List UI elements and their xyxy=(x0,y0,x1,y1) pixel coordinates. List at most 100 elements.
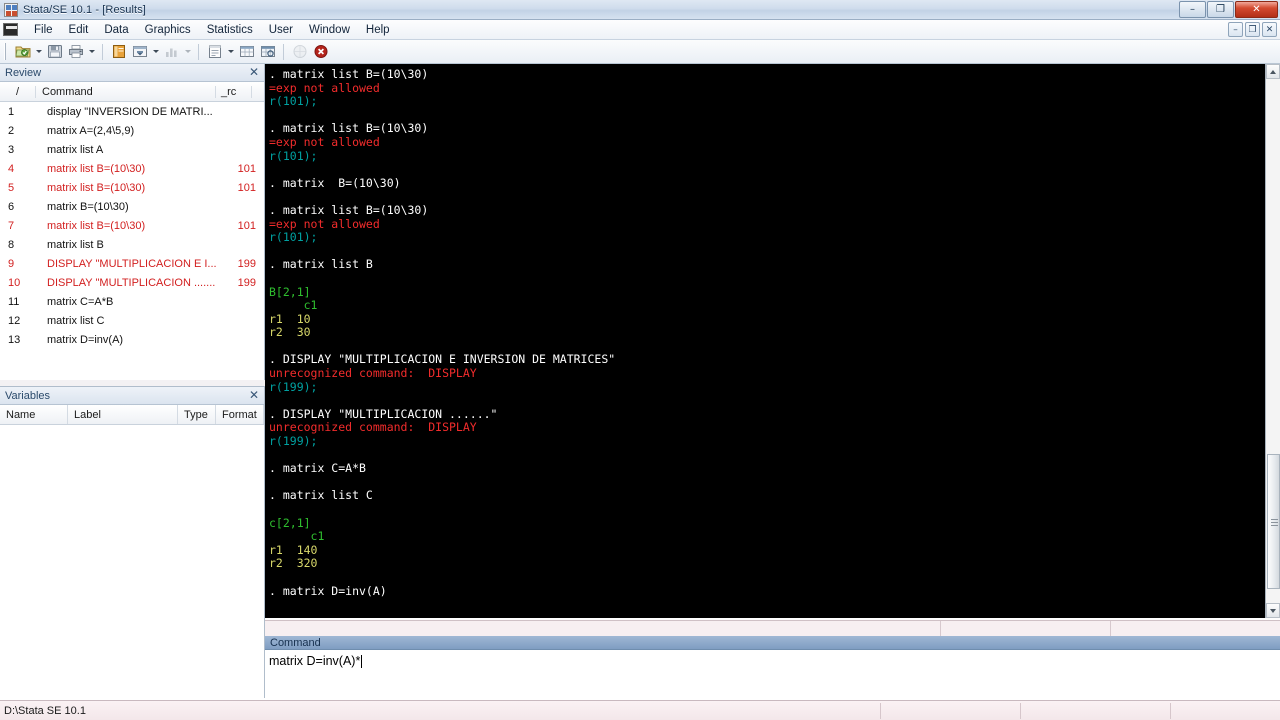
menu-item-graphics[interactable]: Graphics xyxy=(137,22,199,38)
mdi-document-icon[interactable] xyxy=(3,23,18,36)
menu-item-statistics[interactable]: Statistics xyxy=(199,22,261,38)
review-close-icon[interactable]: ✕ xyxy=(249,66,259,78)
toolbar-separator xyxy=(102,43,103,60)
data-browser-icon xyxy=(260,46,275,57)
menu-item-window[interactable]: Window xyxy=(301,22,358,38)
menu-item-edit[interactable]: Edit xyxy=(61,22,97,38)
variables-header-type[interactable]: Type xyxy=(178,405,216,424)
console-line: . matrix list B=(10\30) xyxy=(269,67,429,81)
more-button xyxy=(289,42,310,62)
status-bar-divider xyxy=(1020,703,1021,719)
scrollbar-thumb[interactable] xyxy=(1267,454,1280,589)
menu-item-data[interactable]: Data xyxy=(96,22,136,38)
viewer-button[interactable] xyxy=(129,42,150,62)
console-line: . matrix D=inv(A) xyxy=(269,583,387,598)
console-line: . matrix list B=(10\30) xyxy=(269,121,429,136)
scroll-down-button[interactable] xyxy=(1266,603,1280,618)
mdi-close-button[interactable]: ✕ xyxy=(1262,22,1277,37)
review-row-index: 6 xyxy=(8,200,15,213)
mdi-window-controls: – ❐ ✕ xyxy=(1228,22,1277,37)
printer-icon xyxy=(68,45,83,58)
variables-header-format[interactable]: Format xyxy=(216,405,264,424)
review-panel: Review ✕ / Command _rc 1 display "INVERSI… xyxy=(0,64,265,380)
menu-item-user[interactable]: User xyxy=(261,22,301,38)
variables-header-name[interactable]: Name xyxy=(0,405,68,424)
review-row[interactable]: 3 matrix list A xyxy=(0,140,264,159)
scrollbar-track[interactable] xyxy=(1266,79,1280,603)
print-button[interactable] xyxy=(65,42,86,62)
review-row-command: matrix list B xyxy=(47,238,104,251)
review-row[interactable]: 11 matrix C=A*B xyxy=(0,292,264,311)
review-row[interactable]: 12 matrix list C xyxy=(0,311,264,330)
open-file-button[interactable] xyxy=(12,42,33,62)
status-divider xyxy=(940,621,941,637)
log-button[interactable] xyxy=(108,42,129,62)
viewer-dropdown[interactable] xyxy=(150,42,161,62)
review-row[interactable]: 7 matrix list B=(10\30) 101 xyxy=(0,216,264,235)
review-row[interactable]: 1 display "INVERSION DE MATRI... xyxy=(0,102,264,121)
review-row[interactable]: 5 matrix list B=(10\30) 101 xyxy=(0,178,264,197)
status-divider xyxy=(1110,621,1111,637)
review-row-command: matrix D=inv(A) xyxy=(47,333,124,346)
menu-item-help[interactable]: Help xyxy=(358,22,398,38)
review-row[interactable]: 6 matrix B=(10\30) xyxy=(0,197,264,216)
toolbar-grip[interactable] xyxy=(4,43,8,60)
review-row[interactable]: 2 matrix A=(2,4\5,9) xyxy=(0,121,264,140)
scroll-up-button[interactable] xyxy=(1266,64,1280,79)
command-input[interactable]: matrix D=inv(A)* xyxy=(265,650,1280,672)
chevron-down-icon xyxy=(1270,608,1276,613)
command-input-value: matrix D=inv(A)* xyxy=(269,654,361,668)
review-row[interactable]: 10 DISPLAY "MULTIPLICACION ....... 199 xyxy=(0,273,264,292)
variables-header-label[interactable]: Label xyxy=(68,405,178,424)
maximize-button[interactable]: ❐ xyxy=(1207,1,1234,18)
toolbar-separator xyxy=(283,43,284,60)
review-row[interactable]: 13 matrix D=inv(A) xyxy=(0,330,264,349)
results-status-strip xyxy=(265,620,1280,637)
mdi-minimize-button[interactable]: – xyxy=(1228,22,1243,37)
command-window-title: Command xyxy=(270,636,321,649)
stata-application-window: Stata/SE 10.1 - [Results] – ❐ ✕ File Edi… xyxy=(0,0,1280,720)
review-row-command: display "INVERSION DE MATRI... xyxy=(47,105,213,118)
break-button[interactable] xyxy=(310,42,331,62)
chevron-down-icon xyxy=(35,50,42,53)
close-button[interactable]: ✕ xyxy=(1235,1,1278,18)
review-row-command: matrix list B=(10\30) xyxy=(47,162,146,175)
variables-list[interactable] xyxy=(0,425,264,716)
chevron-down-icon xyxy=(88,50,95,53)
minimize-button[interactable]: – xyxy=(1179,1,1206,18)
results-output[interactable]: . matrix list B=(10\30) =exp not allowed r… xyxy=(265,64,1265,618)
console-line: c[2,1] xyxy=(269,515,311,530)
console-line: r(101); xyxy=(269,94,318,109)
review-row[interactable]: 9 DISPLAY "MULTIPLICACION E I... 199 xyxy=(0,254,264,273)
window-controls: – ❐ ✕ xyxy=(1179,1,1278,18)
review-row-command: matrix list B=(10\30) xyxy=(47,181,146,194)
menu-item-file[interactable]: File xyxy=(26,22,61,38)
review-list[interactable]: 1 display "INVERSION DE MATRI... 2 matrix A… xyxy=(0,102,264,378)
review-panel-title: Review xyxy=(5,66,42,79)
do-editor-dropdown[interactable] xyxy=(225,42,236,62)
variables-close-icon[interactable]: ✕ xyxy=(249,389,259,401)
save-button[interactable] xyxy=(44,42,65,62)
circle-icon xyxy=(293,45,306,58)
console-line: unrecognized command: DISPLAY xyxy=(269,420,477,435)
mdi-restore-button[interactable]: ❐ xyxy=(1245,22,1260,37)
review-row[interactable]: 8 matrix list B xyxy=(0,235,264,254)
data-editor-button[interactable] xyxy=(236,42,257,62)
console-line: . xyxy=(269,610,276,618)
open-file-dropdown[interactable] xyxy=(33,42,44,62)
print-dropdown[interactable] xyxy=(86,42,97,62)
review-row[interactable]: 4 matrix list B=(10\30) 101 xyxy=(0,159,264,178)
break-stop-icon xyxy=(314,45,327,58)
do-editor-button[interactable] xyxy=(204,42,225,62)
review-header-index[interactable]: / xyxy=(0,85,36,98)
data-browser-button[interactable] xyxy=(257,42,278,62)
results-vertical-scrollbar[interactable] xyxy=(1265,64,1280,618)
console-line: r(101); xyxy=(269,230,318,245)
review-header-command[interactable]: Command xyxy=(36,85,216,98)
review-header-rc[interactable]: _rc xyxy=(216,85,252,98)
